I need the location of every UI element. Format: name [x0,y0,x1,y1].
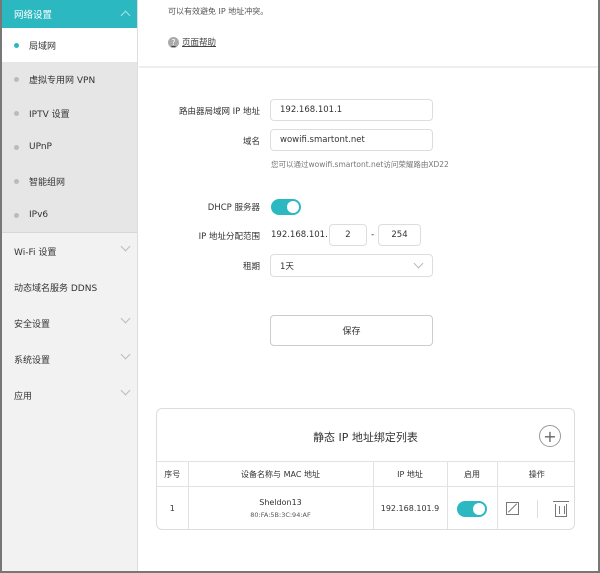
divider [139,66,598,68]
sidebar-item-label: 系统设置 [14,355,51,366]
dot-icon [14,42,19,48]
dot-icon [14,178,19,184]
edit-icon[interactable] [506,502,520,516]
col-index: 序号 [157,461,188,487]
dhcp-label: DHCP 服务器 [207,203,260,213]
sidebar-submenu: 局域网 虚拟专用网 VPN IPTV 设置 UPnP 智能组网 IPv6 [2,28,137,233]
chevron-down-icon [120,313,131,324]
trash-icon[interactable] [553,500,570,517]
sidebar-item-wifi[interactable]: Wi-Fi 设置 [2,233,137,269]
range-dash: - [371,230,375,240]
sidebar-item-label: UPnP [29,142,52,152]
sidebar-item-mesh[interactable]: 智能组网 [2,164,137,198]
sidebar-item-label: 局域网 [29,41,57,52]
sidebar-item-vpn[interactable]: 虚拟专用网 VPN [2,62,137,96]
sidebar-item-label: IPTV 设置 [29,109,70,120]
sidebar-item-system[interactable]: 系统设置 [2,341,137,377]
card-title: 静态 IP 地址绑定列表 [313,431,418,444]
range-end-input[interactable]: 254 [378,224,421,246]
chevron-up-icon [120,10,131,21]
top-note: 可以有效避免 IP 地址冲突。 [168,7,269,16]
device-name: Sheldon13 [259,498,302,508]
domain-input[interactable]: wowifi.smartont.net [270,129,433,151]
col-device: 设备名称与 MAC 地址 [187,461,373,487]
row-device: Sheldon13 80:FA:5B:3C:94:AF [187,486,373,529]
question-icon: ? [168,36,179,48]
chevron-down-icon [120,385,131,396]
table-header: 序号 设备名称与 MAC 地址 IP 地址 启用 操作 [157,461,574,487]
sidebar-item-upnp[interactable]: UPnP [2,130,137,164]
dhcp-toggle[interactable] [271,199,301,215]
sidebar-item-label: IPv6 [29,210,49,220]
static-ip-card: 静态 IP 地址绑定列表 + 序号 设备名称与 MAC 地址 IP 地址 启用 … [156,408,575,530]
table-row: 1 Sheldon13 80:FA:5B:3C:94:AF 192.168.101… [157,486,574,529]
help-label: 页面帮助 [182,38,217,48]
col-ip: IP 地址 [372,461,447,487]
router-ip-input[interactable]: 192.168.101.1 [270,99,433,121]
sidebar-item-label: Wi-Fi 设置 [14,247,57,258]
router-ip-label: 路由器局域网 IP 地址 [178,107,260,117]
lease-label: 租期 [242,262,260,272]
save-button[interactable]: 保存 [270,315,433,346]
sidebar-item-label: 安全设置 [14,319,51,330]
sidebar-item-ipv6[interactable]: IPv6 [2,198,137,232]
chevron-down-icon [413,258,424,269]
main-content: 可以有效避免 IP 地址冲突。 ? 页面帮助 路由器局域网 IP 地址 192.1… [139,0,598,571]
sidebar-item-ddns[interactable]: 动态域名服务 DDNS [2,269,137,305]
row-index: 1 [157,486,188,529]
sidebar-item-lan[interactable]: 局域网 [2,28,137,62]
sidebar-item-security[interactable]: 安全设置 [2,305,137,341]
row-enabled [446,486,497,529]
static-ip-table: 序号 设备名称与 MAC 地址 IP 地址 启用 操作 1 Sheldon13 8… [157,461,574,529]
row-actions [496,486,574,529]
lease-select[interactable]: 1天 [270,254,433,277]
sidebar-item-label: 应用 [14,391,33,402]
sidebar-group-label: 网络设置 [14,10,53,21]
sidebar: 网络设置 局域网 虚拟专用网 VPN IPTV 设置 UPnP 智能组网 IPv… [2,0,138,571]
lease-value: 1天 [280,261,294,272]
sidebar-item-label: 智能组网 [29,177,66,188]
row-ip: 192.168.101.9 [372,486,447,529]
dot-icon [14,144,19,150]
sidebar-item-label: 动态域名服务 DDNS [14,283,98,294]
col-actions: 操作 [496,461,574,487]
sidebar-item-iptv[interactable]: IPTV 设置 [2,96,137,130]
range-prefix: 192.168.101. [271,230,328,240]
dot-icon [14,110,19,116]
range-label: IP 地址分配范围 [198,232,260,242]
domain-hint: 您可以通过wowifi.smartont.net访问荣耀路由XD22 [271,160,449,169]
chevron-down-icon [120,349,131,360]
add-icon[interactable]: + [539,425,561,447]
domain-label: 域名 [242,137,260,147]
dot-icon [14,76,19,82]
device-mac: 80:FA:5B:3C:94:AF [250,511,311,520]
divider [536,499,538,518]
sidebar-item-apps[interactable]: 应用 [2,377,137,413]
row-enable-toggle[interactable] [457,500,487,517]
dot-icon [14,212,19,218]
help-link[interactable]: ? 页面帮助 [168,36,216,48]
chevron-down-icon [120,241,131,252]
col-enabled: 启用 [446,461,497,487]
sidebar-item-label: 虚拟专用网 VPN [29,75,96,86]
range-start-input[interactable]: 2 [329,224,367,246]
sidebar-group-network[interactable]: 网络设置 [2,0,137,28]
